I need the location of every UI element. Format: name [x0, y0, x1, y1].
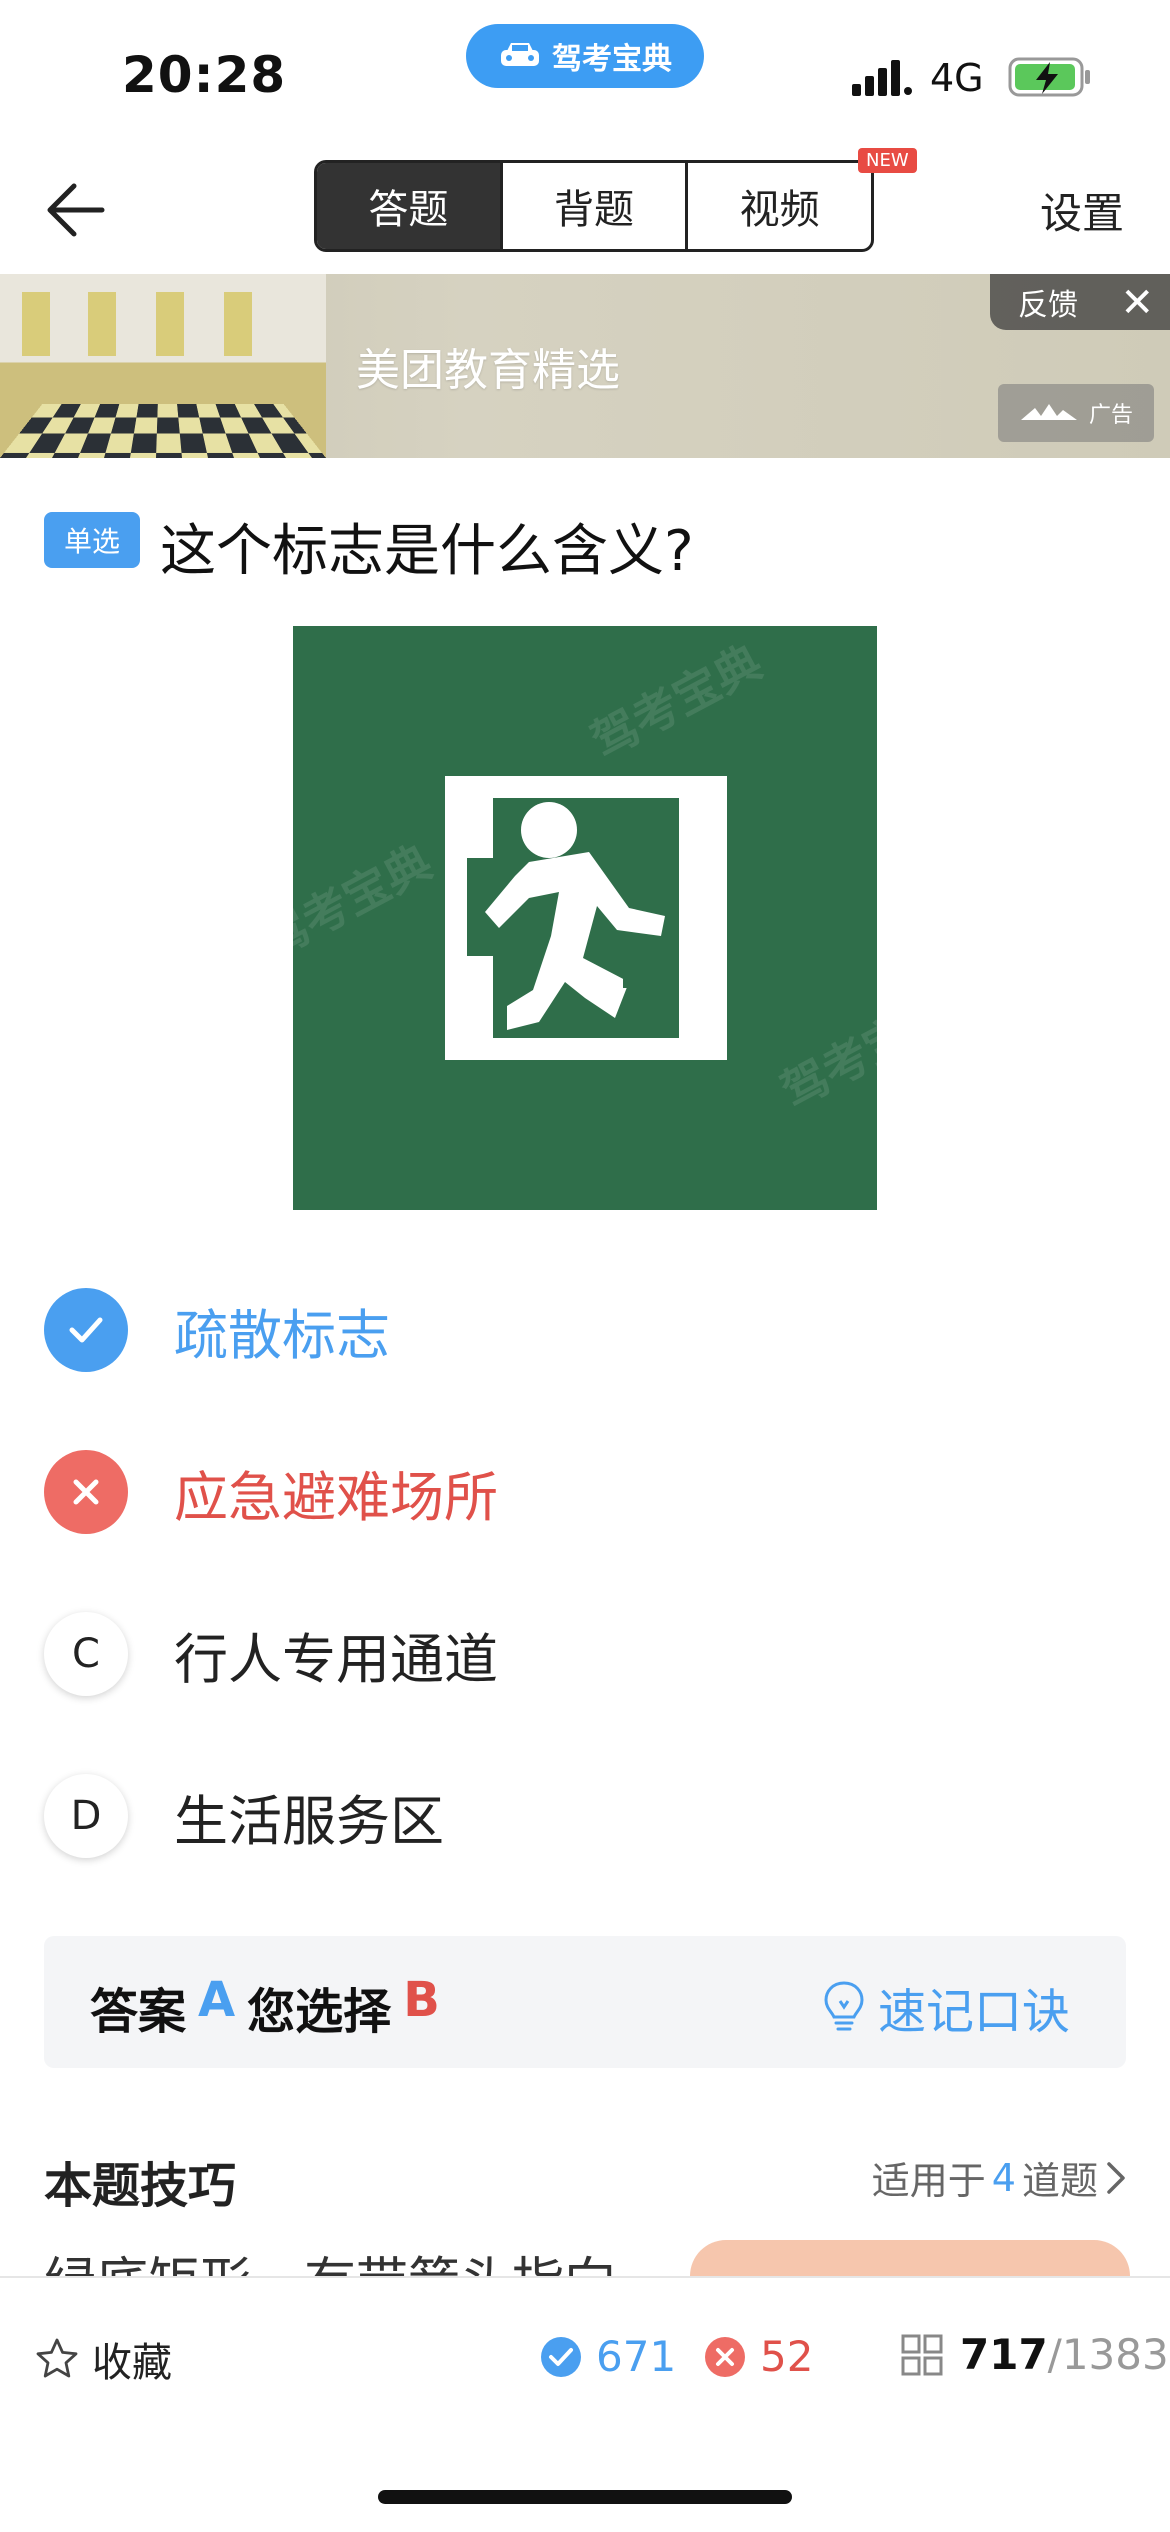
tip-applies-link[interactable]: 适用于 4 道题: [872, 2150, 1128, 2205]
tip-applies-prefix: 适用于: [871, 2159, 986, 2203]
chevron-right-icon: [1107, 2161, 1125, 2194]
nav-bar: 答题 背题 视频 NEW 设置: [0, 140, 1170, 276]
check-circle-icon: [541, 2336, 581, 2377]
option-b[interactable]: 应急避难场所: [44, 1432, 1124, 1552]
favorite-button[interactable]: 收藏: [34, 2330, 172, 2388]
selected-value: B: [403, 1972, 440, 2028]
signal-icon: [852, 60, 912, 96]
option-c-text: 行人专用通道: [174, 1627, 498, 1691]
cross-icon: [73, 1479, 99, 1505]
option-d-marker: D: [44, 1774, 128, 1858]
correct-count: 671: [540, 2332, 676, 2381]
ad-label: 广告: [1088, 403, 1133, 428]
ad-label-badge: 广告: [998, 384, 1154, 442]
mode-tabs: 答题 背题 视频: [314, 160, 874, 252]
status-time: 20:28: [122, 46, 287, 104]
tip-applies-suffix: 道题: [1021, 2159, 1098, 2203]
star-icon: [36, 2338, 78, 2378]
option-a-text: 疏散标志: [174, 1303, 390, 1367]
answer-summary: 答案 A 您选择 B 速记口诀: [44, 1936, 1126, 2068]
tip-title: 本题技巧: [44, 2158, 237, 2214]
close-icon[interactable]: ✕: [1120, 280, 1154, 326]
answer-label: 答案: [90, 1984, 187, 2040]
tab-answer[interactable]: 答题: [317, 163, 503, 249]
selected-label: 您选择: [247, 1984, 392, 2040]
question-sign-image: 驾考宝典 驾考宝典 驾考宝典: [293, 626, 877, 1210]
option-c-marker: C: [44, 1612, 128, 1696]
settings-button[interactable]: 设置: [1040, 180, 1124, 241]
mnemonic-label: 速记口诀: [877, 1984, 1070, 2040]
mnemonic-button[interactable]: 速记口诀: [822, 1972, 1070, 2042]
status-bar: 20:28 驾考宝典 4G: [0, 0, 1170, 140]
tab-video[interactable]: 视频: [688, 163, 871, 249]
cross-circle-icon: [705, 2336, 745, 2377]
total-count: /1383: [1047, 2330, 1169, 2379]
wrong-count: 52: [704, 2332, 813, 2381]
app-name-pill[interactable]: 驾考宝典: [466, 24, 704, 88]
option-b-text: 应急避难场所: [174, 1465, 498, 1529]
answer-value: A: [198, 1972, 236, 2028]
answer-line: 答案 A 您选择 B: [90, 1972, 440, 2042]
ad-title: 美团教育精选: [356, 345, 620, 396]
option-d-text: 生活服务区: [174, 1789, 444, 1853]
ad-banner[interactable]: 美团教育精选 反馈 ✕ 广告: [0, 274, 1170, 458]
ad-feedback-label: 反馈: [1018, 288, 1078, 323]
option-d[interactable]: D 生活服务区: [44, 1756, 1124, 1876]
ad-logo-icon: [1020, 404, 1077, 420]
wrong-count-value: 52: [760, 2332, 814, 2381]
option-a[interactable]: 疏散标志: [44, 1270, 1124, 1390]
ad-feedback-button[interactable]: 反馈 ✕: [990, 274, 1170, 330]
app-name: 驾考宝典: [552, 42, 672, 77]
option-a-marker: [44, 1288, 128, 1372]
emergency-exit-icon: [445, 776, 727, 1060]
back-arrow-icon[interactable]: [40, 176, 112, 244]
tab-recite[interactable]: 背题: [503, 163, 689, 249]
correct-count-value: 671: [596, 2332, 677, 2381]
check-icon: [69, 1317, 103, 1343]
current-index: 717: [960, 2330, 1048, 2379]
question-text: 这个标志是什么含义?: [160, 519, 694, 584]
option-c[interactable]: C 行人专用通道: [44, 1594, 1124, 1714]
favorite-label: 收藏: [92, 2340, 172, 2386]
car-icon: [501, 43, 539, 66]
question-progress-button[interactable]: 717/1383: [900, 2330, 1169, 2379]
ad-image: [0, 274, 326, 458]
new-badge: NEW: [858, 148, 917, 173]
home-indicator[interactable]: [378, 2490, 792, 2504]
lightbulb-icon: [824, 1981, 864, 2031]
network-type: 4G: [930, 56, 984, 100]
battery-charging-icon: [1008, 57, 1090, 97]
tip-action-button[interactable]: [690, 2240, 1130, 2276]
question-type-badge: 单选: [44, 512, 140, 568]
tip-applies-count: 4: [991, 2155, 1016, 2200]
grid-icon: [901, 2334, 943, 2375]
option-b-marker: [44, 1450, 128, 1534]
